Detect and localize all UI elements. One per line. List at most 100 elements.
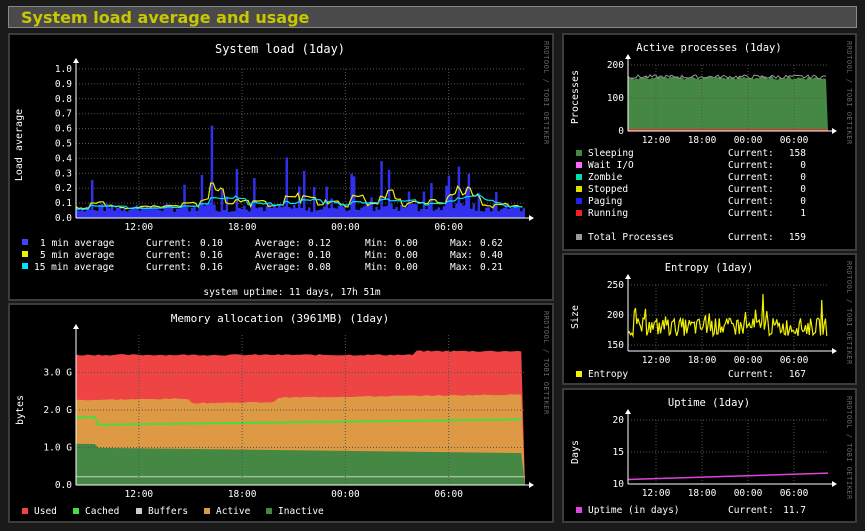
x-tick-label: 18:00	[228, 222, 257, 233]
x-tick-label: 00:00	[331, 222, 360, 233]
chart-title: System load (1day)	[215, 42, 345, 56]
legend-current: 0.16	[200, 250, 223, 261]
legend-label: Stopped	[588, 184, 628, 195]
x-tick-label: 12:00	[125, 222, 154, 233]
panel-entropy: Entropy (1day) Size 12:00 18:00 00:00 06:00…	[562, 253, 857, 385]
legend-label: Cached	[85, 506, 119, 517]
panel-system-load: System load (1day) Load average 12:00 18:…	[8, 33, 554, 301]
chart-title: Active processes (1day)	[636, 42, 781, 54]
x-tick-label: 12:00	[642, 135, 671, 146]
legend-swatch	[576, 198, 582, 204]
legend-current-label: Current:	[728, 232, 774, 243]
legend-average: 0.12	[308, 238, 331, 249]
x-tick-label: 06:00	[434, 222, 463, 233]
legend-col-min: Min:	[365, 262, 388, 273]
y-tick-label: 0.9	[55, 79, 72, 90]
x-axis-arrow	[832, 481, 837, 487]
legend: Used Cached Buffers Active Inactive	[22, 506, 324, 517]
y-tick-label: 1.0 G	[43, 443, 72, 454]
grid: 12:00 18:00 00:00 06:00 10 15 20	[613, 415, 828, 499]
legend-label: 15 min average	[34, 262, 114, 273]
axes	[625, 409, 837, 487]
y-axis-arrow	[625, 409, 631, 414]
y-axis-label: Load average	[14, 109, 25, 181]
legend-label: 5 min average	[40, 250, 115, 261]
legend-col-max: Max:	[450, 262, 473, 273]
plot-area	[627, 74, 828, 131]
legend-label: Entropy	[588, 369, 628, 380]
rrdtool-watermark: RRDTOOL / TOBI OETIKER	[845, 261, 853, 365]
legend-min: 0.00	[395, 238, 418, 249]
rrdtool-watermark: RRDTOOL / TOBI OETIKER	[542, 41, 550, 145]
y-tick-label: 100	[607, 93, 624, 104]
legend-col-average: Average:	[255, 250, 301, 261]
panel-processes: Active processes (1day) Processes 12:00 1…	[562, 33, 857, 251]
chart-title: Memory allocation (3961MB) (1day)	[171, 312, 390, 325]
legend-col-current: Current:	[146, 250, 192, 261]
legend-swatch	[576, 234, 582, 240]
legend-average: 0.08	[308, 262, 331, 273]
legend-current: 0	[800, 160, 806, 171]
legend-col-average: Average:	[255, 262, 301, 273]
x-tick-label: 18:00	[688, 355, 717, 366]
y-axis-arrow	[73, 324, 79, 329]
legend-col-min: Min:	[365, 238, 388, 249]
page-title: System load average and usage	[21, 8, 310, 27]
plot-area	[75, 125, 525, 218]
legend-current: 0	[800, 172, 806, 183]
legend-current-label: Current:	[728, 196, 774, 207]
y-tick-label: 10	[613, 479, 625, 490]
y-tick-label: 250	[607, 280, 624, 291]
legend-current-label: Current:	[728, 148, 774, 159]
legend-label: Used	[34, 506, 57, 517]
plot-area	[75, 350, 525, 485]
legend-swatch	[73, 508, 79, 514]
legend-current: 0.10	[200, 238, 223, 249]
legend-current: 158	[789, 148, 806, 159]
series-area-1min	[76, 125, 525, 218]
legend-max: 0.62	[480, 238, 503, 249]
legend-current: 1	[800, 208, 806, 219]
y-tick-label: 20	[613, 415, 625, 426]
y-tick-label: 200	[607, 310, 624, 321]
legend-current: 167	[789, 369, 806, 380]
grid: 12:00 18:00 00:00 06:00 150 200 250	[607, 280, 828, 366]
legend-average: 0.10	[308, 250, 331, 261]
x-axis-arrow	[529, 215, 534, 221]
legend-label: Uptime (in days)	[588, 505, 680, 516]
chart-title: Entropy (1day)	[665, 262, 754, 274]
chart-memory: Memory allocation (3961MB) (1day) bytes …	[15, 312, 534, 517]
legend-current-label: Current:	[728, 208, 774, 219]
legend-current: 0.16	[200, 262, 223, 273]
y-tick-label: 0.8	[55, 94, 72, 105]
legend-swatch	[204, 508, 210, 514]
legend-swatch	[22, 251, 28, 257]
y-axis-label: bytes	[15, 395, 26, 425]
legend-swatch	[22, 263, 28, 269]
legend-label: Running	[588, 208, 628, 219]
x-tick-label: 00:00	[331, 489, 360, 500]
panel-uptime: Uptime (1day) Days 12:00 18:00 00:00 06:00 1…	[562, 388, 857, 523]
legend-current: 11.7	[783, 505, 806, 516]
rrdtool-watermark: RRDTOOL / TOBI OETIKER	[845, 396, 853, 500]
x-tick-label: 12:00	[642, 355, 671, 366]
y-tick-label: 0.0	[55, 213, 72, 224]
series-line-uptime	[627, 472, 829, 481]
y-axis-label: Processes	[570, 70, 581, 124]
y-tick-label: 1.0	[55, 64, 72, 75]
y-tick-label: 150	[607, 340, 624, 351]
legend-col-min: Min:	[365, 250, 388, 261]
chart-processes: Active processes (1day) Processes 12:00 1…	[570, 42, 837, 243]
legend-swatch	[266, 508, 272, 514]
x-tick-label: 12:00	[125, 489, 154, 500]
plot-area	[627, 472, 829, 481]
legend-label: Inactive	[278, 506, 324, 517]
legend-swatch	[22, 508, 28, 514]
legend-label: Paging	[588, 196, 622, 207]
y-tick-label: 0.5	[55, 139, 72, 150]
x-tick-label: 00:00	[734, 488, 763, 499]
y-tick-label: 0	[618, 126, 624, 137]
legend-swatch	[576, 150, 582, 156]
y-axis-label: Size	[570, 305, 581, 329]
legend-swatch	[576, 507, 582, 513]
